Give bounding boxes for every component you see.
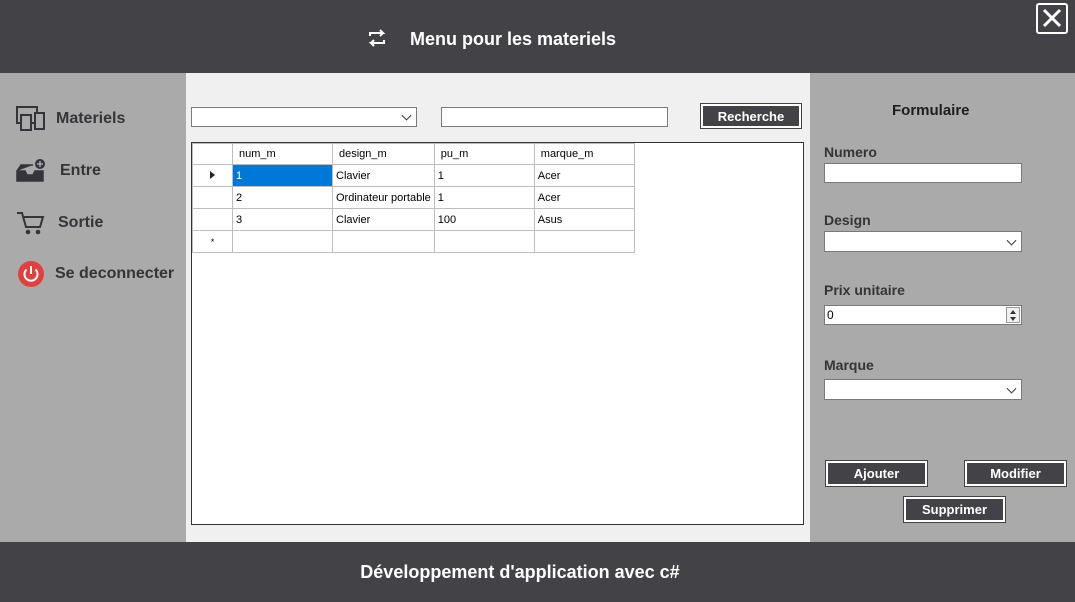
- row-header-current[interactable]: [192, 164, 233, 187]
- numero-label: Numero: [824, 144, 877, 160]
- chevron-down-icon: [1006, 235, 1017, 246]
- sidebar-item-se-deconnecter[interactable]: Se deconnecter: [14, 256, 174, 292]
- title-bar: Menu pour les materiels: [0, 0, 1075, 73]
- prix-unitaire-label: Prix unitaire: [824, 282, 905, 298]
- grid-header-row: num_m design_m pu_m marque_m: [192, 143, 635, 165]
- new-row-marker: *: [192, 230, 233, 253]
- stepper-up-icon[interactable]: [1010, 310, 1016, 314]
- table-cell[interactable]: Clavier: [332, 164, 435, 187]
- table-row[interactable]: 1 Clavier 1 Acer: [192, 164, 635, 187]
- search-input[interactable]: [441, 107, 668, 127]
- column-header[interactable]: num_m: [232, 143, 333, 165]
- main-panel: Recherche num_m design_m pu_m marque_m 1…: [186, 73, 810, 542]
- stepper-down-icon[interactable]: [1010, 317, 1016, 321]
- table-cell[interactable]: 2: [232, 186, 333, 209]
- table-row[interactable]: 3 Clavier 100 Asus: [192, 208, 635, 231]
- sidebar-item-materiels[interactable]: Materiels: [14, 101, 125, 137]
- data-grid[interactable]: num_m design_m pu_m marque_m 1 Clavier 1…: [191, 142, 804, 525]
- table-cell[interactable]: [232, 230, 333, 253]
- design-label: Design: [824, 212, 871, 228]
- sidebar-item-label: Se deconnecter: [55, 265, 175, 282]
- table-cell[interactable]: [433, 230, 535, 253]
- prix-unitaire-value: 0: [827, 308, 834, 322]
- search-button[interactable]: Recherche: [700, 103, 802, 129]
- row-header[interactable]: [192, 208, 233, 231]
- table-cell[interactable]: 100: [433, 208, 535, 231]
- table-cell[interactable]: 1: [433, 186, 535, 209]
- numero-input[interactable]: [824, 163, 1022, 183]
- table-cell[interactable]: Acer: [533, 186, 635, 209]
- table-row[interactable]: 2 Ordinateur portable 1 Acer: [192, 186, 635, 209]
- sidebar-item-label: Sortie: [58, 214, 104, 231]
- sidebar-item-label: Materiels: [56, 110, 126, 127]
- design-select[interactable]: [824, 231, 1022, 252]
- table-cell[interactable]: 3: [232, 208, 333, 231]
- table-cell[interactable]: [332, 230, 435, 253]
- sidebar-item-entre[interactable]: Entre: [14, 153, 101, 189]
- power-icon: [14, 259, 48, 289]
- close-button[interactable]: [1036, 3, 1068, 34]
- prix-unitaire-stepper[interactable]: 0: [824, 305, 1022, 325]
- form-panel: Formulaire Numero Design Prix unitaire 0…: [810, 73, 1075, 542]
- refresh-icon: [368, 29, 386, 47]
- column-header[interactable]: marque_m: [533, 143, 635, 165]
- new-row[interactable]: *: [192, 230, 635, 253]
- ajouter-button[interactable]: Ajouter: [825, 460, 928, 487]
- row-header[interactable]: [192, 186, 233, 209]
- table-cell[interactable]: Clavier: [332, 208, 435, 231]
- supprimer-button[interactable]: Supprimer: [903, 496, 1006, 523]
- table-cell[interactable]: [533, 230, 635, 253]
- table-cell[interactable]: 1: [433, 164, 535, 187]
- table-cell[interactable]: Ordinateur portable: [332, 186, 435, 209]
- marque-select[interactable]: [824, 379, 1022, 400]
- current-row-arrow-icon: [210, 170, 215, 179]
- sidebar-item-label: Entre: [60, 162, 101, 179]
- modifier-button[interactable]: Modifier: [964, 460, 1067, 487]
- close-icon: [1042, 8, 1062, 28]
- column-header[interactable]: pu_m: [433, 143, 535, 165]
- sidebar-item-sortie[interactable]: Sortie: [14, 205, 103, 241]
- form-title: Formulaire: [892, 102, 970, 119]
- stepper-buttons[interactable]: [1006, 307, 1020, 323]
- marque-label: Marque: [824, 357, 874, 373]
- page-title: Menu pour les materiels: [410, 29, 617, 49]
- chevron-down-icon: [401, 110, 412, 121]
- chevron-down-icon: [1006, 383, 1017, 394]
- inbox-add-icon: [14, 156, 48, 186]
- table-cell[interactable]: Asus: [533, 208, 635, 231]
- table-cell[interactable]: 1: [232, 164, 333, 187]
- cart-icon: [14, 208, 48, 238]
- devices-icon: [14, 104, 48, 134]
- column-header[interactable]: design_m: [332, 143, 435, 165]
- sidebar: Materiels Entre Sortie Se deconnecter: [0, 73, 186, 542]
- table-cell[interactable]: Acer: [533, 164, 635, 187]
- filter-select[interactable]: [191, 107, 417, 127]
- grid-corner-cell: [192, 143, 233, 165]
- footer: Développement d'application avec c#: [0, 542, 1075, 602]
- footer-text: Développement d'application avec c#: [360, 562, 680, 582]
- grid-table: num_m design_m pu_m marque_m 1 Clavier 1…: [192, 143, 635, 253]
